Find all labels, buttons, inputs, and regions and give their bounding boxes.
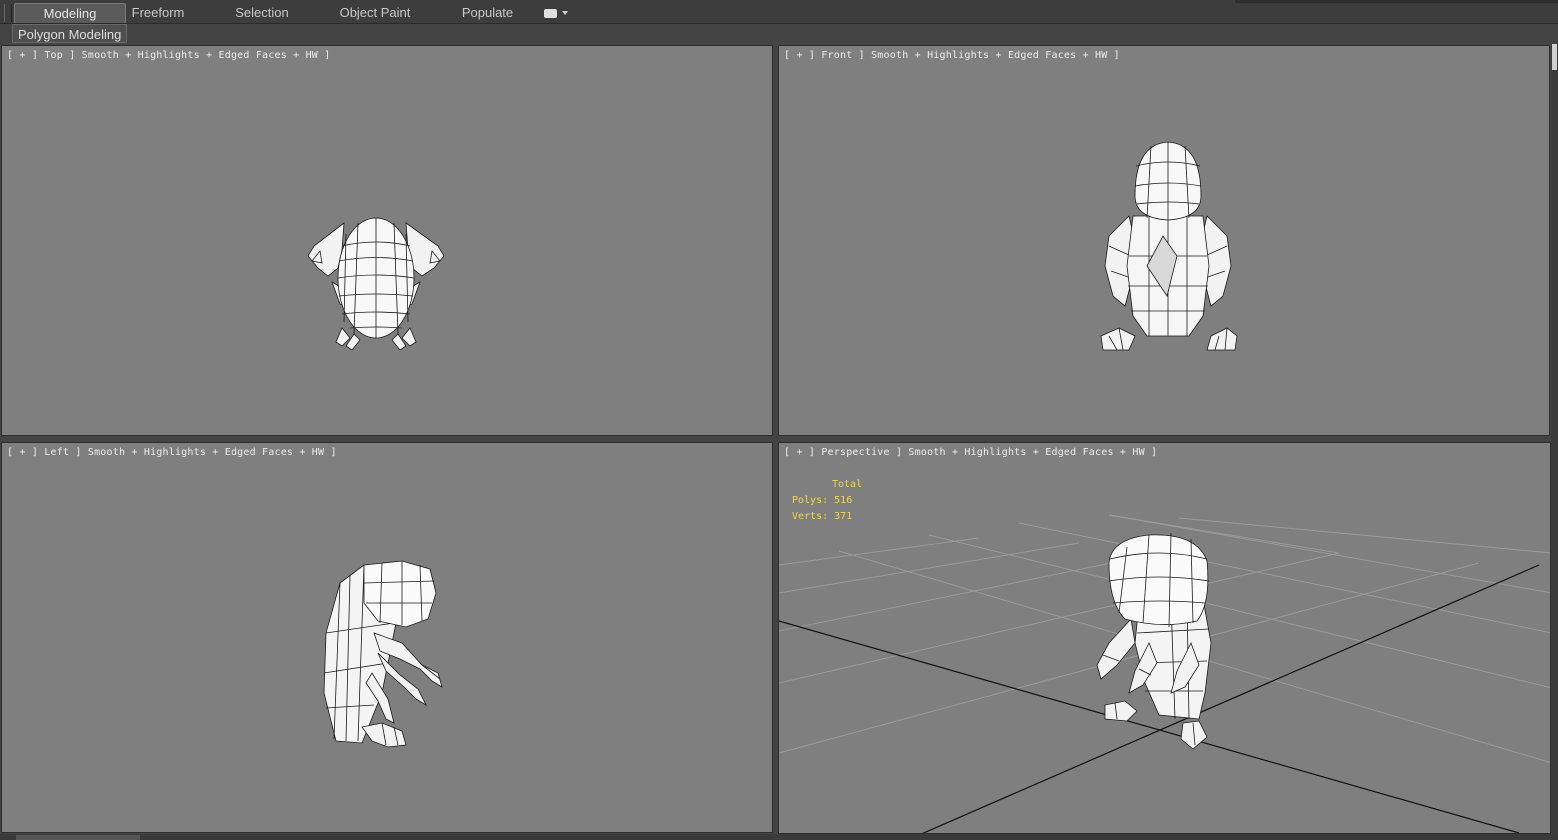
ribbon-options-icon [544,9,557,18]
character-mesh [1096,532,1212,750]
front-view-mesh [1100,141,1238,351]
tab-selection[interactable]: Selection [222,3,302,23]
ribbon-edge [1235,0,1558,3]
top-view-mesh [307,217,445,351]
tab-freeform[interactable]: Freeform [118,3,198,23]
ribbon-tab-bar: Modeling Freeform Selection Object Paint… [0,0,1558,24]
tab-populate[interactable]: Populate [450,3,525,23]
side-panel-edge[interactable] [1551,44,1558,840]
polygon-modeling-panel-button[interactable]: Polygon Modeling [12,24,128,43]
time-slider-strip [0,834,1558,840]
viewport-top[interactable]: [ + ] Top ] Smooth + Highlights + Edged … [1,45,773,436]
ribbon-grip-handle[interactable] [4,4,12,22]
ribbon-panel-bar: Polygon Modeling [0,24,1558,44]
viewport-front[interactable]: [ + ] Front ] Smooth + Highlights + Edge… [778,45,1550,436]
ribbon-options-dropdown[interactable] [544,8,570,20]
perspective-view-scene [779,514,1550,833]
side-panel-handle[interactable] [1552,44,1557,70]
tab-modeling[interactable]: Modeling [14,3,126,23]
time-slider[interactable] [16,835,140,840]
left-view-mesh [323,560,443,748]
chevron-down-icon [562,11,568,15]
tab-object-paint[interactable]: Object Paint [330,3,420,23]
viewport-left[interactable]: [ + ] Left ] Smooth + Highlights + Edged… [1,442,773,833]
viewport-perspective[interactable]: [ + ] Perspective ] Smooth + Highlights … [778,442,1551,834]
